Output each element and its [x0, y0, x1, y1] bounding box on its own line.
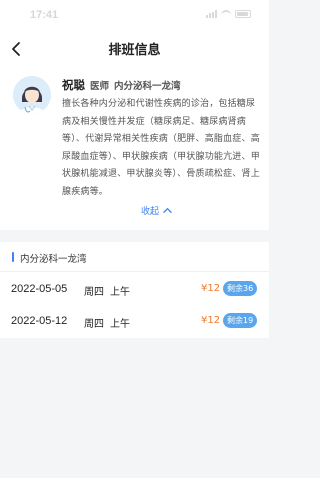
accent-bar	[12, 252, 14, 262]
slot-date: 2022-05-12	[11, 315, 68, 327]
nav-bar: 排班信息	[0, 30, 269, 66]
slot-price: ¥12	[201, 315, 221, 326]
doctor-avatar	[13, 76, 51, 114]
doctor-department: 内分泌科一龙湾	[114, 81, 181, 92]
status-icons	[206, 10, 251, 18]
slot-price: ¥12	[201, 283, 221, 294]
slot-weekday: 周四	[84, 319, 104, 330]
battery-icon	[235, 10, 251, 18]
status-bar: 17:41	[0, 0, 269, 30]
doctor-description: 擅长各种内分泌和代谢性疾病的诊治，包括糖尿病及相关慢性并发症（糖尿病足、糖尿病肾…	[62, 99, 260, 197]
doctor-header: 祝聪 医师 内分泌科一龙湾	[62, 77, 181, 93]
schedule-slot-row[interactable]: 2022-05-05 周四 上午 ¥12 剩余36	[0, 273, 269, 306]
page-title: 排班信息	[108, 43, 161, 58]
collapse-label: 收起	[141, 207, 160, 217]
slot-date: 2022-05-05	[11, 283, 68, 295]
schedule-slot-row[interactable]: 2022-05-12 周四 上午 ¥12 剩余19	[0, 305, 269, 338]
doctor-card: 祝聪 医师 内分泌科一龙湾 擅长各种内分泌和代谢性疾病的诊治，包括糖尿病及相关慢…	[0, 66, 269, 230]
schedule-card: 内分泌科一龙湾 2022-05-05 周四 上午 ¥12 剩余36 2022-0…	[0, 242, 269, 338]
doctor-name: 祝聪	[62, 78, 85, 92]
remaining-badge[interactable]: 剩余36	[223, 281, 258, 296]
schedule-department-name: 内分泌科一龙湾	[20, 254, 87, 265]
collapse-button[interactable]: 收起	[141, 204, 172, 217]
slot-weekday: 周四	[84, 287, 104, 298]
slot-period: 上午	[110, 287, 130, 298]
doctor-title: 医师	[90, 81, 110, 92]
signal-icon	[206, 10, 217, 18]
wifi-icon	[221, 10, 231, 18]
schedule-department-header: 内分泌科一龙湾	[0, 242, 269, 272]
slot-period: 上午	[110, 319, 130, 330]
chevron-up-icon	[163, 208, 172, 213]
remaining-badge[interactable]: 剩余19	[223, 313, 258, 328]
status-time: 17:41	[30, 9, 59, 21]
